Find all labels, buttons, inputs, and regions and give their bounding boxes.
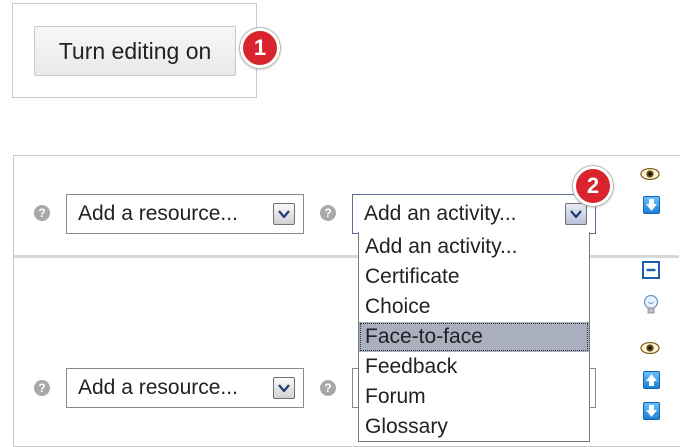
help-icon[interactable]: ? <box>320 380 336 396</box>
add-activity-select-value: Add an activity... <box>364 202 517 225</box>
step-badge-2: 2 <box>573 166 613 206</box>
add-resource-select-value: Add a resource... <box>78 376 238 399</box>
eye-icon[interactable] <box>640 164 660 184</box>
move-up-icon[interactable] <box>641 370 661 390</box>
add-resource-select-value: Add a resource... <box>78 202 238 225</box>
help-icon[interactable]: ? <box>34 205 50 221</box>
dropdown-option[interactable]: Certificate <box>359 262 589 292</box>
chevron-down-icon[interactable] <box>273 203 295 225</box>
dropdown-option[interactable]: Feedback <box>359 352 589 382</box>
eye-icon[interactable] <box>640 338 660 358</box>
help-icon[interactable]: ? <box>34 380 50 396</box>
move-down-icon[interactable] <box>641 401 661 421</box>
highlight-bulb-icon[interactable] <box>641 294 661 315</box>
add-resource-select[interactable]: Add a resource... <box>66 194 304 234</box>
dropdown-option-highlighted[interactable]: Face-to-face <box>359 322 589 352</box>
move-down-icon[interactable] <box>641 195 661 215</box>
chevron-down-icon[interactable] <box>565 203 587 225</box>
dropdown-option[interactable]: Choice <box>359 292 589 322</box>
add-resource-select[interactable]: Add a resource... <box>66 368 304 408</box>
help-icon[interactable]: ? <box>320 205 336 221</box>
activity-dropdown-list: Add an activity... Certificate Choice Fa… <box>358 232 590 442</box>
collapse-icon[interactable] <box>641 260 661 280</box>
turn-editing-on-button[interactable]: Turn editing on <box>34 26 236 76</box>
add-activity-select[interactable]: Add an activity... <box>352 194 596 234</box>
chevron-down-icon[interactable] <box>273 377 295 399</box>
dropdown-option[interactable]: Glossary <box>359 412 589 442</box>
step-badge-1: 1 <box>240 28 280 68</box>
dropdown-option[interactable]: Forum <box>359 382 589 412</box>
dropdown-option[interactable]: Add an activity... <box>359 232 589 262</box>
